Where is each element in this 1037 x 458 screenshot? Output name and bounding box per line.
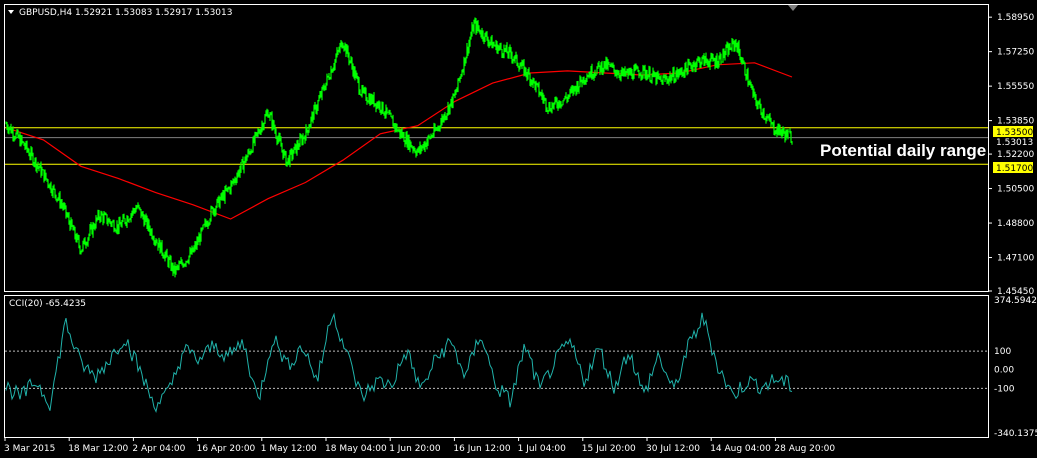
price-axis: 1.58950 1.57250 1.55550 1.53850 1.52200 1.505… bbox=[988, 13, 1034, 297]
price-tick-label: 1.52200 bbox=[997, 150, 1034, 160]
price-label-current: 1.53013 bbox=[996, 138, 1033, 148]
price-label-lower: 1.51700 bbox=[993, 162, 1033, 174]
time-tick-label: 15 Jul 20:00 bbox=[582, 444, 636, 454]
time-tick-label: 14 Aug 04:00 bbox=[710, 444, 771, 454]
time-tick-label: 3 Mar 2015 bbox=[4, 444, 55, 454]
cci-pane-frame bbox=[4, 295, 989, 438]
trading-chart[interactable]: 1.58950 1.57250 1.55550 1.53850 1.52200 1.505… bbox=[0, 0, 1037, 458]
time-tick-label: 18 Mar 12:00 bbox=[68, 444, 128, 454]
price-tick-label: 1.58950 bbox=[997, 13, 1034, 23]
cci-tick-label: 374.5942 bbox=[994, 296, 1037, 306]
price-label-lower-text: 1.51700 bbox=[996, 164, 1033, 174]
time-tick-label: 16 Jun 12:00 bbox=[453, 444, 510, 454]
cci-tick-label: -100 bbox=[994, 384, 1015, 394]
level-lines bbox=[5, 127, 988, 389]
triangle-down-icon[interactable] bbox=[8, 10, 14, 14]
cci-title: CCI(20) -65.4235 bbox=[9, 299, 86, 309]
price-tick-label: 1.48800 bbox=[997, 219, 1034, 229]
time-tick-label: 16 Apr 20:00 bbox=[197, 444, 256, 454]
price-tick-label: 1.53850 bbox=[997, 117, 1034, 127]
time-tick-label: 2 Apr 04:00 bbox=[132, 444, 185, 454]
price-tick-label: 1.55550 bbox=[997, 82, 1034, 92]
cci-line bbox=[5, 312, 793, 414]
cci-tick-label: -340.1375 bbox=[994, 429, 1037, 439]
price-label-upper-text: 1.53500 bbox=[996, 128, 1033, 138]
moving-average-series bbox=[5, 62, 793, 220]
time-tick-label: 1 Jul 04:00 bbox=[518, 444, 567, 454]
price-tick-label: 1.57250 bbox=[997, 48, 1034, 58]
price-tick-label: 1.47100 bbox=[997, 254, 1034, 264]
time-tick-label: 1 Jun 20:00 bbox=[389, 444, 441, 454]
cci-axis: 374.5942 100 0.00 -100 -340.1375 bbox=[994, 296, 1037, 439]
time-tick-label: 1 May 12:00 bbox=[261, 444, 317, 454]
shift-marker-icon[interactable] bbox=[788, 5, 798, 11]
price-series bbox=[5, 17, 793, 278]
symbol-header: GBPUSD,H4 1.52921 1.53083 1.52917 1.5301… bbox=[19, 8, 232, 18]
price-label-upper: 1.53500 bbox=[993, 126, 1033, 138]
time-axis: 3 Mar 2015 18 Mar 12:00 2 Apr 04:00 16 Apr … bbox=[4, 437, 835, 454]
potential-range-annotation: Potential daily range bbox=[820, 141, 986, 160]
moving-average-line bbox=[5, 62, 793, 220]
cci-tick-label: 100 bbox=[994, 347, 1011, 357]
cci-series bbox=[5, 312, 793, 414]
price-tick-label: 1.50500 bbox=[997, 185, 1034, 195]
cci-tick-label: 0.00 bbox=[994, 366, 1014, 376]
time-tick-label: 28 Aug 20:00 bbox=[774, 444, 835, 454]
time-tick-label: 30 Jul 12:00 bbox=[646, 444, 700, 454]
time-tick-label: 18 May 04:00 bbox=[325, 444, 387, 454]
